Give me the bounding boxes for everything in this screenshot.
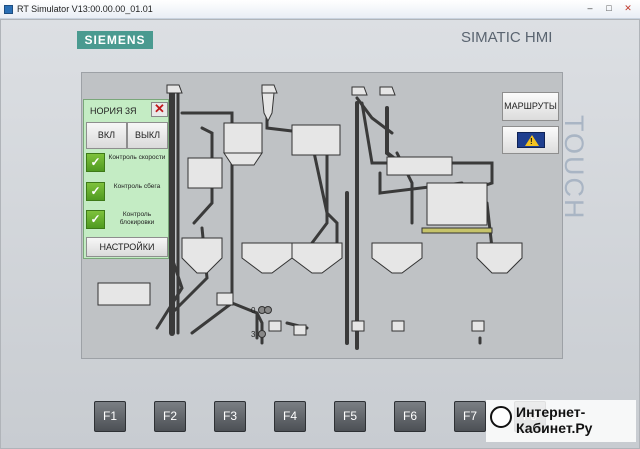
small-hopper-1 — [216, 292, 234, 306]
runaway-control-row[interactable]: ✓ Контроль сбега — [86, 180, 168, 204]
window-title: RT Simulator V13:00.00.00_01.01 — [17, 4, 153, 14]
speed-control-checkbox[interactable]: ✓ — [86, 153, 105, 172]
routes-button[interactable]: МАРШРУТЫ — [502, 92, 559, 121]
watermark-line-1: Интернет- — [516, 404, 586, 420]
elevator-head-1 — [166, 84, 183, 94]
watermark-text: Интернет- Кабинет.Ру — [516, 404, 592, 436]
cyclone — [261, 92, 275, 123]
elevator-head-3 — [351, 86, 368, 96]
alarm-indicator: ! — [517, 132, 545, 148]
panel-title: НОРИЯ 3Я — [90, 106, 137, 116]
small-hopper-3 — [293, 324, 307, 336]
valve-3 — [258, 330, 266, 338]
label-3: 3 — [251, 330, 256, 339]
blocking-control-checkbox[interactable]: ✓ — [86, 210, 105, 229]
siemens-logo: SIEMENS — [77, 31, 153, 49]
runaway-control-checkbox[interactable]: ✓ — [86, 182, 105, 201]
window-titlebar: RT Simulator V13:00.00.00_01.01 – □ ✕ — [0, 0, 640, 19]
f2-key[interactable]: F2 — [154, 401, 186, 432]
small-hopper-2 — [268, 320, 282, 332]
f1-key[interactable]: F1 — [94, 401, 126, 432]
f7-key[interactable]: F7 — [454, 401, 486, 432]
maximize-button[interactable]: □ — [601, 2, 617, 15]
hmi-screen: 0 3 НОРИЯ 3Я ✕ ВКЛ ВЫКЛ ✓ Контроль скоро… — [81, 72, 563, 359]
f4-key[interactable]: F4 — [274, 401, 306, 432]
elevator-head-4 — [379, 86, 396, 96]
silo-1 — [241, 242, 293, 274]
panel-close-button[interactable]: ✕ — [151, 102, 168, 117]
watermark: Интернет- Кабинет.Ру — [486, 400, 636, 442]
separator — [187, 157, 223, 189]
blocking-control-label: Контроль блокировки — [119, 211, 155, 226]
f5-key[interactable]: F5 — [334, 401, 366, 432]
settings-button[interactable]: НАСТРОЙКИ — [86, 237, 168, 257]
speed-control-row[interactable]: ✓ Контроль скорости — [86, 151, 168, 175]
filter-hopper — [223, 152, 263, 166]
app-icon — [4, 4, 13, 14]
warning-mark: ! — [530, 137, 533, 146]
machine-1 — [291, 124, 341, 156]
elevator-head-2 — [261, 84, 278, 94]
small-hopper-6 — [471, 320, 485, 332]
close-window-button[interactable]: ✕ — [620, 2, 636, 15]
speed-control-label: Контроль скорости — [108, 154, 166, 161]
alarm-button[interactable]: ! — [502, 126, 559, 154]
press-unit — [97, 282, 151, 306]
minimize-button[interactable]: – — [582, 2, 598, 15]
f3-key[interactable]: F3 — [214, 401, 246, 432]
silo-3 — [371, 242, 423, 274]
on-button[interactable]: ВКЛ — [86, 122, 127, 149]
f6-key[interactable]: F6 — [394, 401, 426, 432]
machine-3 — [426, 182, 488, 226]
off-button[interactable]: ВЫКЛ — [127, 122, 168, 149]
watermark-logo-icon — [490, 406, 512, 428]
valve-2 — [264, 306, 272, 314]
small-hopper-4 — [351, 320, 365, 332]
window-controls: – □ ✕ — [582, 2, 636, 15]
scale-hopper — [181, 237, 223, 274]
small-hopper-5 — [391, 320, 405, 332]
elevator-control-panel: НОРИЯ 3Я ✕ ВКЛ ВЫКЛ ✓ Контроль скорости … — [83, 99, 169, 259]
filter-unit — [223, 122, 263, 154]
silo-4 — [476, 242, 523, 274]
label-o: 0 — [251, 306, 256, 315]
machine-2 — [386, 156, 453, 176]
silo-2 — [291, 242, 343, 274]
simatic-hmi-label: SIMATIC HMI — [461, 29, 553, 46]
conveyor-line-9 — [385, 106, 424, 165]
watermark-line-2: Кабинет.Ру — [516, 420, 593, 436]
hmi-device-frame: SIEMENS SIMATIC HMI TOUCH 0 3 НОРИЯ 3Я ✕… — [0, 19, 640, 449]
screw-conveyor — [421, 227, 493, 234]
runaway-control-label: Контроль сбега — [113, 183, 161, 190]
blocking-control-row[interactable]: ✓ Контроль блокировки — [86, 208, 168, 232]
